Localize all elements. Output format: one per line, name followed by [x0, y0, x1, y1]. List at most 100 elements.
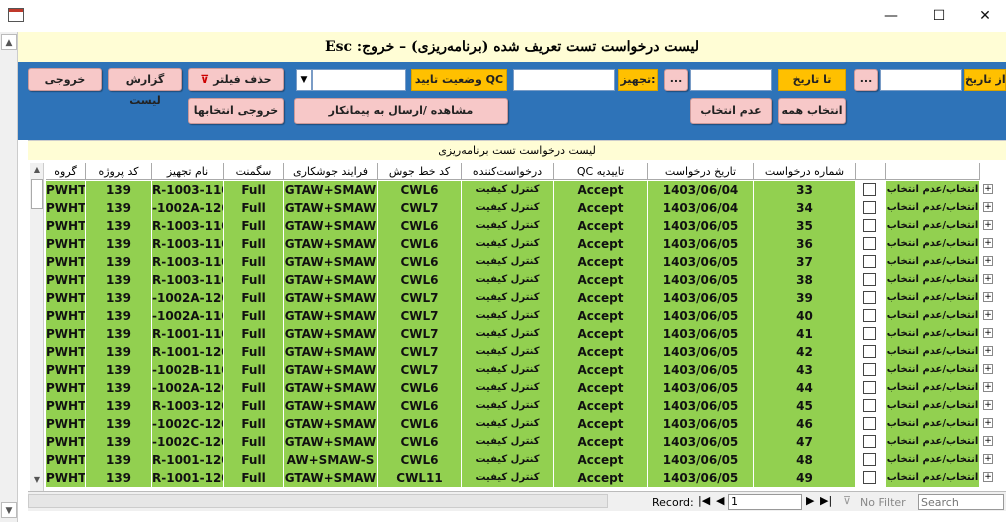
column-header[interactable]: کد پروژه	[86, 163, 152, 180]
select-toggle-button[interactable]: انتخاب/عدم انتخاب	[886, 199, 980, 217]
table-row[interactable]: PWHT139R-1003-1100FullGTAW+SMAWCWL6کنترل…	[28, 253, 1006, 271]
expand-row-icon[interactable]: +	[983, 418, 993, 428]
select-toggle-button[interactable]: انتخاب/عدم انتخاب	[886, 325, 980, 343]
select-toggle-button[interactable]: انتخاب/عدم انتخاب	[886, 379, 980, 397]
scroll-down-icon[interactable]: ▼	[1, 502, 17, 518]
no-filter-button[interactable]: No Filter	[860, 496, 906, 509]
row-checkbox[interactable]	[863, 255, 876, 268]
select-toggle-button[interactable]: انتخاب/عدم انتخاب	[886, 235, 980, 253]
column-header[interactable]: سگمنت	[224, 163, 284, 180]
expand-row-icon[interactable]: +	[983, 328, 993, 338]
row-checkbox[interactable]	[863, 327, 876, 340]
table-row[interactable]: PWHT 139 -1002A-110 Full GTAW+SMAW CWL7 کنترل …	[28, 307, 1006, 325]
next-record-icon[interactable]: ▶	[806, 494, 814, 507]
row-checkbox[interactable]	[863, 291, 876, 304]
row-checkbox[interactable]	[863, 237, 876, 250]
select-toggle-button[interactable]: انتخاب/عدم انتخاب	[886, 271, 980, 289]
row-checkbox[interactable]	[863, 363, 876, 376]
table-row[interactable]: PWHT139R-1001-1200FullAW+SMAW-SCWL6کنترل…	[28, 451, 1006, 469]
table-row[interactable]: PWHT 139 -1002C-120 Full GTAW+SMAW CWL6 کنترل …	[28, 415, 1006, 433]
to-date-picker-button[interactable]: ...	[854, 69, 878, 91]
table-row[interactable]: PWHT139R-1003-1100FullGTAW+SMAWCWL6کنترل…	[28, 181, 1006, 199]
qc-status-input[interactable]	[312, 69, 406, 91]
from-date-input[interactable]	[880, 69, 962, 91]
row-checkbox[interactable]	[863, 471, 876, 484]
qc-status-dropdown-icon[interactable]: ▼	[296, 69, 312, 91]
select-toggle-button[interactable]: انتخاب/عدم انتخاب	[886, 343, 980, 361]
select-toggle-button[interactable]: انتخاب/عدم انتخاب	[886, 181, 980, 199]
column-header[interactable]: تاریخ درخواست	[648, 163, 754, 180]
table-row[interactable]: PWHT139R-1001-1100FullGTAW+SMAWCWL7کنترل…	[28, 325, 1006, 343]
row-checkbox[interactable]	[863, 273, 876, 286]
table-row[interactable]: PWHT 139 -1002A-120 Full GTAW+SMAW CWL6 کنترل …	[28, 379, 1006, 397]
expand-row-icon[interactable]: +	[983, 364, 993, 374]
clear-filter-button[interactable]: ⊽ حذف فیلتر	[188, 68, 284, 91]
exit-button[interactable]: خروجی	[28, 68, 102, 91]
last-record-icon[interactable]: ▶|	[820, 494, 832, 507]
table-row[interactable]: PWHT 139 -1002A-120 Full GTAW+SMAW CWL7 کنترل …	[28, 199, 1006, 217]
expand-row-icon[interactable]: +	[983, 274, 993, 284]
close-button[interactable]: ✕	[962, 0, 1006, 32]
grid-horizontal-scrollbar[interactable]	[28, 494, 608, 508]
grid-scroll-up-icon[interactable]: ▲	[30, 163, 44, 177]
table-row[interactable]: PWHT139R-1003-1100FullGTAW+SMAWCWL6کنترل…	[28, 235, 1006, 253]
select-toggle-button[interactable]: انتخاب/عدم انتخاب	[886, 217, 980, 235]
select-toggle-button[interactable]: انتخاب/عدم انتخاب	[886, 361, 980, 379]
row-checkbox[interactable]	[863, 309, 876, 322]
column-header[interactable]: فرایند جوشکاری	[284, 163, 378, 180]
expand-row-icon[interactable]: +	[983, 382, 993, 392]
row-checkbox[interactable]	[863, 201, 876, 214]
equipment-picker-button[interactable]: ...	[664, 69, 688, 91]
select-all-button[interactable]: انتخاب همه	[778, 98, 846, 124]
expand-row-icon[interactable]: +	[983, 436, 993, 446]
view-send-contractor-button[interactable]: مشاهده /ارسال به پیمانکار	[294, 98, 508, 124]
table-row[interactable]: PWHT139R-1001-1200FullGTAW+SMAWCWL7کنترل…	[28, 343, 1006, 361]
select-toggle-button[interactable]: انتخاب/عدم انتخاب	[886, 469, 980, 487]
table-row[interactable]: PWHT 139 -1002C-120 Full GTAW+SMAW CWL6 کنترل …	[28, 433, 1006, 451]
column-header[interactable]	[886, 163, 980, 180]
maximize-button[interactable]: ☐	[916, 0, 962, 32]
row-checkbox[interactable]	[863, 399, 876, 412]
expand-row-icon[interactable]: +	[983, 346, 993, 356]
select-toggle-button[interactable]: انتخاب/عدم انتخاب	[886, 307, 980, 325]
select-toggle-button[interactable]: انتخاب/عدم انتخاب	[886, 451, 980, 469]
grid-scroll-down-icon[interactable]: ▼	[30, 473, 44, 487]
expand-row-icon[interactable]: +	[983, 292, 993, 302]
scroll-up-icon[interactable]: ▲	[1, 34, 17, 50]
select-toggle-button[interactable]: انتخاب/عدم انتخاب	[886, 397, 980, 415]
equipment-input[interactable]	[513, 69, 615, 91]
table-row[interactable]: PWHT 139 -1002A-120 Full GTAW+SMAW CWL7 کنترل …	[28, 289, 1006, 307]
prev-record-icon[interactable]: ◀	[716, 494, 724, 507]
table-row[interactable]: PWHT139R-1003-1100FullGTAW+SMAWCWL6کنترل…	[28, 271, 1006, 289]
report-list-button[interactable]: گزارش لیست	[108, 68, 182, 107]
row-checkbox[interactable]	[863, 219, 876, 232]
row-checkbox[interactable]	[863, 183, 876, 196]
expand-row-icon[interactable]: +	[983, 256, 993, 266]
expand-row-icon[interactable]: +	[983, 220, 993, 230]
expand-row-icon[interactable]: +	[983, 184, 993, 194]
table-row[interactable]: PWHT139R-1003-1100FullGTAW+SMAWCWL6کنترل…	[28, 217, 1006, 235]
expand-row-icon[interactable]: +	[983, 454, 993, 464]
expand-row-icon[interactable]: +	[983, 310, 993, 320]
grid-scroll-thumb[interactable]	[31, 179, 43, 209]
column-header[interactable]: گروه	[46, 163, 86, 180]
first-record-icon[interactable]: |◀	[698, 494, 710, 507]
row-checkbox[interactable]	[863, 453, 876, 466]
select-toggle-button[interactable]: انتخاب/عدم انتخاب	[886, 289, 980, 307]
select-toggle-button[interactable]: انتخاب/عدم انتخاب	[886, 253, 980, 271]
select-toggle-button[interactable]: انتخاب/عدم انتخاب	[886, 433, 980, 451]
form-scrollbar[interactable]: ▲ ▼	[0, 32, 18, 522]
minimize-button[interactable]: —	[868, 0, 914, 32]
row-checkbox[interactable]	[863, 345, 876, 358]
column-header[interactable]: کد خط جوش	[378, 163, 462, 180]
table-row[interactable]: PWHT139R-1003-1200FullGTAW+SMAWCWL6کنترل…	[28, 397, 1006, 415]
column-header[interactable]: شماره درخواست	[754, 163, 856, 180]
table-row[interactable]: PWHT 139 -1002B-110 Full GTAW+SMAW CWL7 کنترل …	[28, 361, 1006, 379]
select-toggle-button[interactable]: انتخاب/عدم انتخاب	[886, 415, 980, 433]
column-header[interactable]	[856, 163, 886, 180]
expand-row-icon[interactable]: +	[983, 400, 993, 410]
row-checkbox[interactable]	[863, 381, 876, 394]
column-header[interactable]: تاییدیه QC	[554, 163, 648, 180]
grid-vertical-scrollbar[interactable]: ▲ ▼	[30, 163, 44, 491]
to-date-input[interactable]	[690, 69, 772, 91]
